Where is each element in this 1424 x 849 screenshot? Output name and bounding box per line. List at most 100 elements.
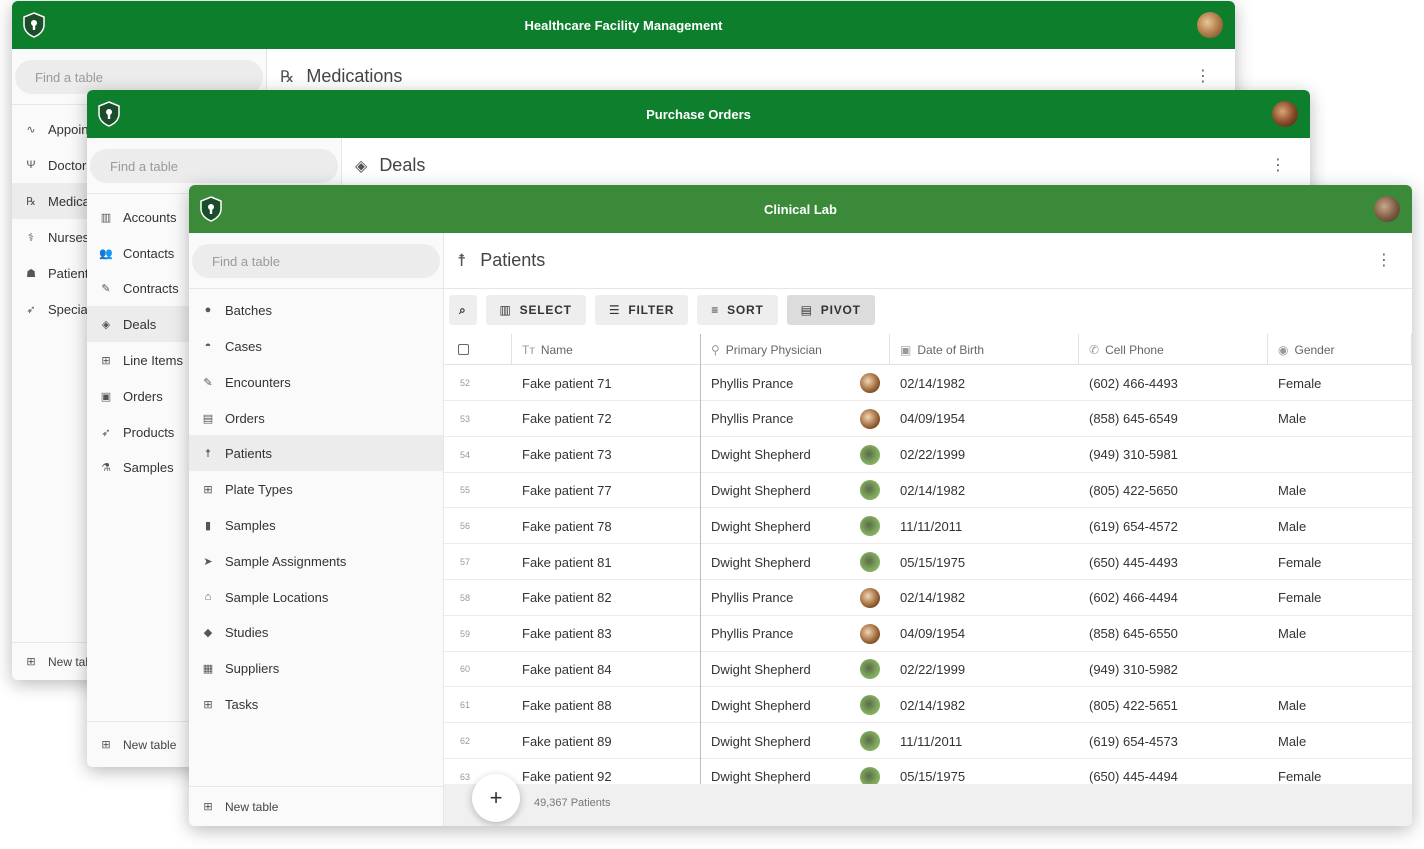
sidebar-item-encounters[interactable]: ✎ Encounters <box>189 364 443 400</box>
row-number[interactable]: 53 <box>444 401 512 437</box>
table-row[interactable]: 60 Fake patient 84 Dwight Shepherd 02/22/19… <box>444 651 1412 688</box>
cell-date-of-birth[interactable]: 02/14/1982 <box>890 687 1079 723</box>
cell-cell-phone[interactable]: (858) 645-6549 <box>1079 401 1268 437</box>
find-table-input[interactable]: Find a table <box>192 244 440 278</box>
cell-cell-phone[interactable]: (650) 445-4494 <box>1079 759 1268 785</box>
find-table-input[interactable]: Find a table <box>15 60 263 94</box>
cell-gender[interactable]: Female <box>1268 580 1412 616</box>
more-options-icon[interactable]: ⋮ <box>1270 158 1286 174</box>
cell-cell-phone[interactable]: (949) 310-5981 <box>1079 437 1268 473</box>
cell-gender[interactable]: Male <box>1268 687 1412 723</box>
cell-gender[interactable]: Female <box>1268 365 1412 401</box>
table-row[interactable]: 55 Fake patient 77 Dwight Shepherd 02/14/19… <box>444 472 1412 509</box>
cell-primary-physician[interactable]: Phyllis Prance <box>701 616 890 652</box>
column-header-primary-physician[interactable]: ⚲ Primary Physician <box>701 334 890 365</box>
sidebar-item-orders[interactable]: ▤ Orders <box>189 400 443 436</box>
user-avatar[interactable] <box>1272 101 1298 127</box>
app-logo-icon[interactable] <box>20 11 48 39</box>
add-row-button[interactable]: + <box>472 774 520 822</box>
cell-primary-physician[interactable]: Dwight Shepherd <box>701 437 890 473</box>
table-row[interactable]: 59 Fake patient 83 Phyllis Prance 04/09/195… <box>444 616 1412 652</box>
filter-button[interactable]: ☰ FILTER <box>594 295 689 325</box>
cell-cell-phone[interactable]: (602) 466-4494 <box>1079 580 1268 616</box>
cell-date-of-birth[interactable]: 05/15/1975 <box>890 759 1079 785</box>
cell-name[interactable]: Fake patient 73 <box>512 437 701 473</box>
cell-primary-physician[interactable]: Phyllis Prance <box>701 401 890 437</box>
table-row[interactable]: 57 Fake patient 81 Dwight Shepherd 05/15/19… <box>444 544 1412 580</box>
cell-primary-physician[interactable]: Dwight Shepherd <box>701 723 890 759</box>
row-number[interactable]: 58 <box>444 580 512 616</box>
cell-primary-physician[interactable]: Phyllis Prance <box>701 580 890 616</box>
sidebar-item-sample-assignments[interactable]: ➤ Sample Assignments <box>189 543 443 579</box>
cell-name[interactable]: Fake patient 71 <box>512 365 701 401</box>
cell-gender[interactable] <box>1268 651 1412 687</box>
table-row[interactable]: 53 Fake patient 72 Phyllis Prance 04/09/195… <box>444 401 1412 437</box>
cell-name[interactable]: Fake patient 81 <box>512 544 701 580</box>
cell-primary-physician[interactable]: Dwight Shepherd <box>701 472 890 508</box>
row-number[interactable]: 57 <box>444 544 512 580</box>
table-row[interactable]: 56 Fake patient 78 Dwight Shepherd 11/11/20… <box>444 508 1412 545</box>
cell-primary-physician[interactable]: Dwight Shepherd <box>701 759 890 785</box>
cell-cell-phone[interactable]: (650) 445-4493 <box>1079 544 1268 580</box>
sort-button[interactable]: ≡ SORT <box>697 295 778 325</box>
cell-gender[interactable]: Male <box>1268 723 1412 759</box>
cell-gender[interactable]: Male <box>1268 401 1412 437</box>
table-row[interactable]: 63 Fake patient 92 Dwight Shepherd 05/15/19… <box>444 759 1412 785</box>
cell-date-of-birth[interactable]: 02/22/1999 <box>890 651 1079 687</box>
cell-primary-physician[interactable]: Dwight Shepherd <box>701 687 890 723</box>
search-button[interactable]: ⌕ <box>449 295 477 325</box>
cell-date-of-birth[interactable]: 11/11/2011 <box>890 508 1079 544</box>
sidebar-item-plate-types[interactable]: ⊞ Plate Types <box>189 471 443 507</box>
sidebar-item-tasks[interactable]: ⊞ Tasks <box>189 686 443 722</box>
row-number[interactable]: 62 <box>444 723 512 759</box>
cell-gender[interactable]: Male <box>1268 508 1412 544</box>
sidebar-item-sample-locations[interactable]: ⌂ Sample Locations <box>189 579 443 615</box>
row-number[interactable]: 56 <box>444 508 512 544</box>
cell-date-of-birth[interactable]: 11/11/2011 <box>890 723 1079 759</box>
user-avatar[interactable] <box>1197 12 1223 38</box>
cell-gender[interactable]: Male <box>1268 616 1412 652</box>
sidebar-item-studies[interactable]: ◆ Studies <box>189 614 443 650</box>
cell-primary-physician[interactable]: Phyllis Prance <box>701 365 890 401</box>
sidebar-item-cases[interactable]: ◓ Cases <box>189 328 443 364</box>
app-logo-icon[interactable] <box>197 195 225 223</box>
cell-cell-phone[interactable]: (619) 654-4572 <box>1079 508 1268 544</box>
row-number[interactable]: 60 <box>444 651 512 687</box>
table-row[interactable]: 61 Fake patient 88 Dwight Shepherd 02/14/19… <box>444 687 1412 724</box>
sidebar-item-samples[interactable]: ▮ Samples <box>189 507 443 543</box>
column-header-name[interactable]: Tт Name <box>512 334 701 365</box>
sidebar-item-suppliers[interactable]: ▦ Suppliers <box>189 650 443 686</box>
new-table-button[interactable]: ⊞ New table <box>189 786 443 826</box>
select-button[interactable]: ▥ SELECT <box>485 295 586 325</box>
row-number[interactable]: 54 <box>444 437 512 473</box>
table-row[interactable]: 62 Fake patient 89 Dwight Shepherd 11/11/20… <box>444 723 1412 759</box>
select-all-checkbox[interactable] <box>444 334 512 365</box>
more-options-icon[interactable]: ⋮ <box>1376 253 1392 269</box>
cell-date-of-birth[interactable]: 05/15/1975 <box>890 544 1079 580</box>
column-header-date-of-birth[interactable]: ▣ Date of Birth <box>890 334 1079 365</box>
cell-gender[interactable]: Male <box>1268 472 1412 508</box>
cell-name[interactable]: Fake patient 72 <box>512 401 701 437</box>
row-number[interactable]: 55 <box>444 472 512 508</box>
more-options-icon[interactable]: ⋮ <box>1195 69 1211 85</box>
cell-date-of-birth[interactable]: 02/14/1982 <box>890 365 1079 401</box>
cell-date-of-birth[interactable]: 04/09/1954 <box>890 616 1079 652</box>
sidebar-item-patients[interactable]: ☨ Patients <box>189 435 443 471</box>
cell-cell-phone[interactable]: (858) 645-6550 <box>1079 616 1268 652</box>
find-table-input[interactable]: Find a table <box>90 149 338 183</box>
cell-primary-physician[interactable]: Dwight Shepherd <box>701 544 890 580</box>
row-number[interactable]: 59 <box>444 616 512 652</box>
user-avatar[interactable] <box>1374 196 1400 222</box>
cell-primary-physician[interactable]: Dwight Shepherd <box>701 651 890 687</box>
pivot-button[interactable]: ▤ PIVOT <box>786 295 875 325</box>
cell-cell-phone[interactable]: (805) 422-5651 <box>1079 687 1268 723</box>
column-divider[interactable] <box>700 334 701 784</box>
cell-name[interactable]: Fake patient 88 <box>512 687 701 723</box>
cell-gender[interactable]: Female <box>1268 759 1412 785</box>
cell-cell-phone[interactable]: (602) 466-4493 <box>1079 365 1268 401</box>
cell-name[interactable]: Fake patient 83 <box>512 616 701 652</box>
cell-primary-physician[interactable]: Dwight Shepherd <box>701 508 890 544</box>
cell-cell-phone[interactable]: (619) 654-4573 <box>1079 723 1268 759</box>
cell-date-of-birth[interactable]: 02/14/1982 <box>890 472 1079 508</box>
table-row[interactable]: 58 Fake patient 82 Phyllis Prance 02/14/198… <box>444 580 1412 616</box>
